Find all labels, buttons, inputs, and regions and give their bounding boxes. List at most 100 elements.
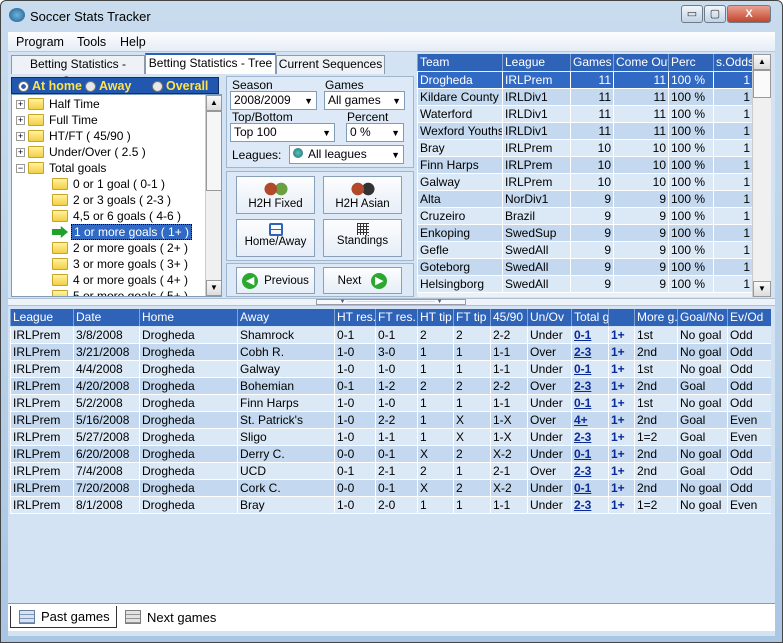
tree-node[interactable]: 5 or more goals ( 5+ ) <box>52 288 188 296</box>
table-row[interactable]: IRLPrem 4/20/2008 Drogheda Bohemian 0-1 1-2 2 2… <box>10 378 771 395</box>
table-row[interactable]: Galway IRLPrem 10 10 100 % 1 <box>417 174 752 191</box>
minimize-button[interactable]: ▭ <box>681 5 703 23</box>
total-goals-link[interactable]: 0-1 <box>571 446 608 462</box>
column-header-away[interactable]: Away <box>237 309 334 326</box>
table-row[interactable]: IRLPrem 5/16/2008 Drogheda St. Patrick's 1-0… <box>10 412 771 429</box>
total-goals-link[interactable]: 0-1 <box>571 327 608 343</box>
tab-current-sequences[interactable]: Current Sequences <box>276 55 385 74</box>
column-header-45-90[interactable]: 45/90 <box>490 309 527 326</box>
table-row[interactable]: Drogheda IRLPrem 11 11 100 % 1 <box>417 72 752 89</box>
season-select[interactable]: 2008/2009 ▼ <box>230 91 317 110</box>
scroll-thumb[interactable] <box>753 70 771 98</box>
scroll-up-icon[interactable]: ▲ <box>753 54 771 70</box>
table-row[interactable]: IRLPrem 7/4/2008 Drogheda UCD 0-1 2-1 2 1 2-1 Ove… <box>10 463 771 480</box>
tab-betting-tree[interactable]: Betting Statistics - Tree <box>145 53 276 74</box>
table-row[interactable]: Waterford IRLDiv1 11 11 100 % 1 <box>417 106 752 123</box>
table-row[interactable]: IRLPrem 7/20/2008 Drogheda Cork C. 0-0 0-1 X 2 X… <box>10 480 771 497</box>
expander-icon[interactable]: + <box>16 115 25 125</box>
column-header-league[interactable]: League <box>502 54 570 71</box>
next-button[interactable]: Next ▶ <box>323 267 402 294</box>
table-row[interactable]: IRLPrem 3/21/2008 Drogheda Cobh R. 1-0 3-0 1 1 1… <box>10 344 771 361</box>
total-goals-link[interactable]: 2-3 <box>571 378 608 394</box>
tree-node[interactable]: + Under/Over ( 2.5 ) <box>16 144 146 160</box>
scroll-down-icon[interactable]: ▼ <box>206 280 221 296</box>
table-row[interactable]: Wexford Youths IRLDiv1 11 11 100 % 1 <box>417 123 752 140</box>
column-header-total-g[interactable]: Total g <box>571 309 608 326</box>
leagues-select[interactable]: All leagues ▼ <box>289 145 404 164</box>
table-row[interactable]: Finn Harps IRLPrem 10 10 100 % 1 <box>417 157 752 174</box>
column-header-home[interactable]: Home <box>139 309 237 326</box>
table-row[interactable]: Goteborg SwedAll 9 9 100 % 1 <box>417 259 752 276</box>
table-row[interactable]: IRLPrem 8/1/2008 Drogheda Bray 1-0 2-0 1 1 1-1 Un… <box>10 497 771 514</box>
standings-button[interactable]: Standings <box>323 219 402 257</box>
column-header-ft-tip[interactable]: FT tip <box>453 309 490 326</box>
scroll-thumb[interactable] <box>206 111 221 191</box>
tree-node[interactable]: + HT/FT ( 45/90 ) <box>16 128 131 144</box>
table-row[interactable]: Kildare County IRLDiv1 11 11 100 % 1 <box>417 89 752 106</box>
column-header-blank[interactable] <box>608 309 634 326</box>
expander-icon[interactable]: + <box>16 147 25 157</box>
column-header-team[interactable]: Team <box>417 54 502 71</box>
games-select[interactable]: All games ▼ <box>324 91 405 110</box>
tree-node[interactable]: 3 or more goals ( 3+ ) <box>52 256 188 272</box>
tab-next-games[interactable]: Next games <box>117 606 247 628</box>
column-header-ev-od[interactable]: Ev/Od <box>727 309 771 326</box>
column-header-goal-no[interactable]: Goal/No <box>677 309 727 326</box>
percent-select[interactable]: 0 % ▼ <box>346 123 404 142</box>
total-goals-link[interactable]: 0-1 <box>571 480 608 496</box>
column-header-un-ov[interactable]: Un/Ov <box>527 309 571 326</box>
tree-node[interactable]: 2 or 3 goals ( 2-3 ) <box>52 192 171 208</box>
table-row[interactable]: Helsingborg SwedAll 9 9 100 % 1 <box>417 276 752 293</box>
column-header-date[interactable]: Date <box>73 309 139 326</box>
table-row[interactable]: IRLPrem 6/20/2008 Drogheda Derry C. 0-0 0-1 X 2… <box>10 446 771 463</box>
column-header-ht-tip[interactable]: HT tip <box>417 309 453 326</box>
close-button[interactable]: X <box>727 5 771 23</box>
table-row[interactable]: IRLPrem 5/27/2008 Drogheda Sligo 1-0 1-1 1 X 1-X… <box>10 429 771 446</box>
table-row[interactable]: Bray IRLPrem 10 10 100 % 1 <box>417 140 752 157</box>
teams-scrollbar[interactable]: ▲ ▼ <box>752 54 771 297</box>
total-goals-link[interactable]: 0-1 <box>571 361 608 377</box>
tree-node[interactable]: − Total goals <box>16 160 106 176</box>
radio-away[interactable]: Away <box>85 79 131 93</box>
expander-icon[interactable]: + <box>16 131 25 141</box>
home-away-button[interactable]: Home/Away <box>236 219 315 257</box>
table-row[interactable]: IRLPrem 5/2/2008 Drogheda Finn Harps 1-0 1-0 1… <box>10 395 771 412</box>
column-header-more-g-[interactable]: More g. <box>634 309 677 326</box>
column-header-perc[interactable]: Perc <box>668 54 713 71</box>
tree-node[interactable]: 2 or more goals ( 2+ ) <box>52 240 188 256</box>
splitter-handle[interactable]: ▼ ······································… <box>316 299 466 305</box>
tree-node[interactable]: 1 or more goals ( 1+ ) <box>52 224 193 240</box>
column-header-come-out[interactable]: Come Out <box>613 54 668 71</box>
menu-help[interactable]: Help <box>120 35 146 49</box>
total-goals-link[interactable]: 2-3 <box>571 344 608 360</box>
table-row[interactable]: Gefle SwedAll 9 9 100 % 1 <box>417 242 752 259</box>
expander-icon[interactable]: + <box>16 99 25 109</box>
h2h-fixed-button[interactable]: H2H Fixed <box>236 176 315 214</box>
total-goals-link[interactable]: 2-3 <box>571 463 608 479</box>
expander-icon[interactable]: − <box>16 163 25 173</box>
h2h-asian-button[interactable]: H2H Asian <box>323 176 402 214</box>
menu-program[interactable]: Program <box>16 35 64 49</box>
total-goals-link[interactable]: 2-3 <box>571 497 608 513</box>
column-header-s-odds[interactable]: s.Odds <box>713 54 752 71</box>
column-header-games[interactable]: Games <box>570 54 613 71</box>
scroll-up-icon[interactable]: ▲ <box>206 95 221 111</box>
tree-node[interactable]: 4 or more goals ( 4+ ) <box>52 272 188 288</box>
table-row[interactable]: Enkoping SwedSup 9 9 100 % 1 <box>417 225 752 242</box>
tree-node[interactable]: + Full Time <box>16 112 98 128</box>
table-row[interactable]: IRLPrem 4/4/2008 Drogheda Galway 1-0 1-0 1 1 1-1… <box>10 361 771 378</box>
tree-node[interactable]: + Half Time <box>16 96 100 112</box>
column-header-league[interactable]: League <box>10 309 73 326</box>
column-header-ht-res-[interactable]: HT res. <box>334 309 375 326</box>
column-header-ft-res-[interactable]: FT res. <box>375 309 417 326</box>
menu-tools[interactable]: Tools <box>77 35 106 49</box>
table-row[interactable]: Cruzeiro Brazil 9 9 100 % 1 <box>417 208 752 225</box>
total-goals-link[interactable]: 0-1 <box>571 395 608 411</box>
maximize-button[interactable]: ▢ <box>704 5 726 23</box>
splitter[interactable]: ▼ ······································… <box>8 298 775 306</box>
title-bar[interactable]: Soccer Stats Tracker ▭ ▢ X <box>0 0 781 32</box>
total-goals-link[interactable]: 4+ <box>571 412 608 428</box>
tree-node[interactable]: 0 or 1 goal ( 0-1 ) <box>52 176 165 192</box>
topbottom-select[interactable]: Top 100 ▼ <box>230 123 335 142</box>
tree-node[interactable]: 4,5 or 6 goals ( 4-6 ) <box>52 208 181 224</box>
